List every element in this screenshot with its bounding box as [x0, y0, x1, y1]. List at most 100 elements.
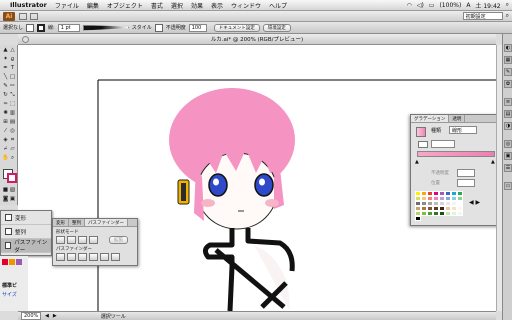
- menu-type[interactable]: 書式: [151, 1, 163, 10]
- magic-wand-tool-icon[interactable]: ✦: [2, 56, 9, 63]
- appearance-panel-icon[interactable]: ◎: [504, 140, 512, 148]
- exclude-button[interactable]: [89, 236, 98, 244]
- menu-edit[interactable]: 編集: [87, 1, 99, 10]
- paintbrush-tool-icon[interactable]: ✎: [2, 83, 9, 90]
- menu-effect[interactable]: 効果: [191, 1, 203, 10]
- free-transform-tool-icon[interactable]: ⬚: [9, 101, 16, 108]
- angle-field[interactable]: [431, 140, 455, 148]
- transparency-panel-icon[interactable]: ◑: [504, 122, 512, 130]
- type-tool-icon[interactable]: T: [9, 65, 16, 72]
- search-icon[interactable]: ⌕: [506, 12, 509, 20]
- live-paint-tool-icon[interactable]: ◈: [2, 137, 9, 144]
- zoom-field[interactable]: 200%: [21, 312, 41, 320]
- volume-icon[interactable]: ◁): [417, 2, 424, 9]
- outline-button[interactable]: [100, 253, 109, 261]
- pen-tool-icon[interactable]: ✒: [2, 65, 9, 72]
- warp-tool-icon[interactable]: ≈: [2, 101, 9, 108]
- color-mode-icon[interactable]: ■: [2, 187, 9, 194]
- direct-selection-tool-icon[interactable]: △: [9, 47, 16, 54]
- menu-object[interactable]: オブジェクト: [107, 1, 143, 10]
- graphic-styles-panel-icon[interactable]: ▣: [504, 152, 512, 160]
- swatch[interactable]: [9, 259, 15, 265]
- swatches-panel-icon[interactable]: ▦: [504, 56, 512, 64]
- gradient-stop-right-icon[interactable]: ▲: [491, 159, 495, 165]
- next-artboard-icon[interactable]: ▶: [53, 313, 57, 319]
- document-setup-button[interactable]: ドキュメント設定: [213, 23, 260, 32]
- menu-window[interactable]: ウィンドウ: [231, 1, 261, 10]
- style-swatch[interactable]: [154, 23, 163, 32]
- arrange-documents-icon[interactable]: [30, 12, 38, 20]
- screen-mode-icon[interactable]: ▣: [9, 196, 16, 203]
- divide-button[interactable]: [56, 253, 65, 261]
- crop-area-tool-icon[interactable]: ⌗: [9, 137, 16, 144]
- menu-help[interactable]: ヘルプ: [269, 1, 287, 10]
- tab-pathfinder[interactable]: パスファインダー: [85, 219, 128, 226]
- prev-artboard-icon[interactable]: ◀: [45, 313, 49, 319]
- menu-select[interactable]: 選択: [171, 1, 183, 10]
- swatch[interactable]: [457, 211, 463, 216]
- gradient-tool-icon[interactable]: ▤: [9, 119, 16, 126]
- brushes-panel-icon[interactable]: ✎: [504, 68, 512, 76]
- symbols-panel-icon[interactable]: ✿: [504, 80, 512, 88]
- mesh-tool-icon[interactable]: ⊞: [2, 119, 9, 126]
- merge-button[interactable]: [78, 253, 87, 261]
- intersect-button[interactable]: [78, 236, 87, 244]
- minus-back-button[interactable]: [111, 253, 120, 261]
- trim-button[interactable]: [67, 253, 76, 261]
- blend-tool-icon[interactable]: ◎: [9, 128, 16, 135]
- gradient-slider[interactable]: [417, 151, 495, 157]
- stroke-swatch[interactable]: [37, 23, 46, 32]
- panel-item-transform[interactable]: 変形: [1, 211, 51, 225]
- scale-tool-icon[interactable]: ⤡: [9, 92, 16, 99]
- opacity-field[interactable]: 100: [188, 23, 207, 32]
- swatch[interactable]: [415, 216, 421, 221]
- selection-tool-icon[interactable]: ▲: [2, 47, 9, 54]
- gradient-preview[interactable]: [416, 127, 426, 137]
- stroke-weight-field[interactable]: 1 pt: [57, 23, 80, 32]
- color-panel-icon[interactable]: ◐: [504, 44, 512, 52]
- close-document-button[interactable]: [22, 36, 29, 43]
- brush-definition[interactable]: [82, 24, 129, 31]
- fill-swatch[interactable]: [26, 23, 35, 32]
- input-mode[interactable]: A: [466, 2, 470, 9]
- spotlight-icon[interactable]: ⌕: [506, 1, 509, 9]
- draw-normal-icon[interactable]: ◙: [2, 196, 9, 203]
- slice-tool-icon[interactable]: ⌿: [2, 146, 9, 153]
- symbol-sprayer-tool-icon[interactable]: ✺: [2, 110, 9, 117]
- gradient-type-select[interactable]: 線形: [449, 126, 477, 134]
- bridge-icon[interactable]: [19, 12, 27, 20]
- menu-file[interactable]: ファイル: [55, 1, 79, 10]
- eraser-tool-icon[interactable]: ▱: [9, 146, 16, 153]
- swatch-nav-icon[interactable]: ◀ ▶: [469, 199, 480, 206]
- wifi-icon[interactable]: ◠: [407, 2, 412, 9]
- minus-front-button[interactable]: [67, 236, 76, 244]
- zoom-tool-icon[interactable]: ⌕: [9, 155, 16, 162]
- vertical-scrollbar[interactable]: [496, 45, 502, 311]
- line-tool-icon[interactable]: ╲: [2, 74, 9, 81]
- artboards-panel-icon[interactable]: ▭: [504, 182, 512, 190]
- eyedropper-tool-icon[interactable]: ⁄: [2, 128, 9, 135]
- pencil-tool-icon[interactable]: ✏: [9, 83, 16, 90]
- tab-transform[interactable]: 変形: [53, 219, 69, 226]
- battery-icon[interactable]: ▭: [429, 2, 435, 9]
- position-field[interactable]: [457, 179, 475, 187]
- stroke-color-box[interactable]: [7, 173, 17, 183]
- preferences-button[interactable]: 環境設定: [262, 23, 291, 32]
- opacity-field[interactable]: [457, 169, 475, 177]
- swatch[interactable]: [2, 259, 8, 265]
- rotate-tool-icon[interactable]: ↻: [2, 92, 9, 99]
- lasso-tool-icon[interactable]: ϱ: [9, 56, 16, 63]
- unite-button[interactable]: [56, 236, 65, 244]
- rectangle-tool-icon[interactable]: □: [9, 74, 16, 81]
- stroke-panel-icon[interactable]: ≡: [504, 98, 512, 106]
- gradient-stop-left-icon[interactable]: ▲: [415, 159, 419, 165]
- workspace-switcher[interactable]: 初期設定: [462, 12, 503, 20]
- tab-align[interactable]: 整列: [69, 219, 85, 226]
- graph-tool-icon[interactable]: ▥: [9, 110, 16, 117]
- swatch[interactable]: [16, 259, 22, 265]
- angle-icon[interactable]: [418, 141, 428, 148]
- panel-item-pathfinder[interactable]: パスファインダー: [1, 239, 51, 254]
- clock[interactable]: 土 19:42: [475, 1, 500, 10]
- status-info[interactable]: 選択ツール: [101, 313, 126, 320]
- hand-tool-icon[interactable]: ✋: [2, 155, 9, 162]
